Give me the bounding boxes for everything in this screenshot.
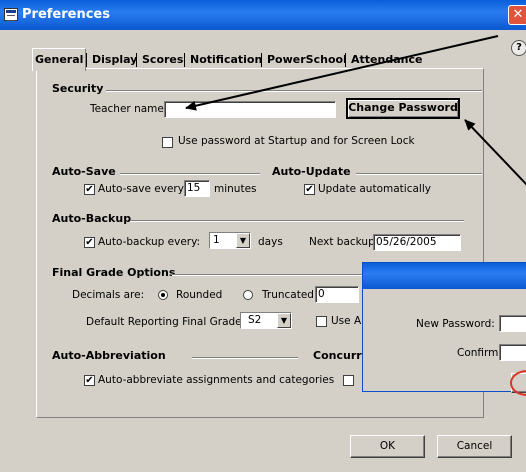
arrow-to-change-password <box>464 119 526 186</box>
tab-general[interactable]: General <box>32 48 87 71</box>
arrow-to-teacher-name <box>185 35 499 111</box>
preferences-window: Preferences ✕ ? General Display Scores N… <box>0 0 526 472</box>
